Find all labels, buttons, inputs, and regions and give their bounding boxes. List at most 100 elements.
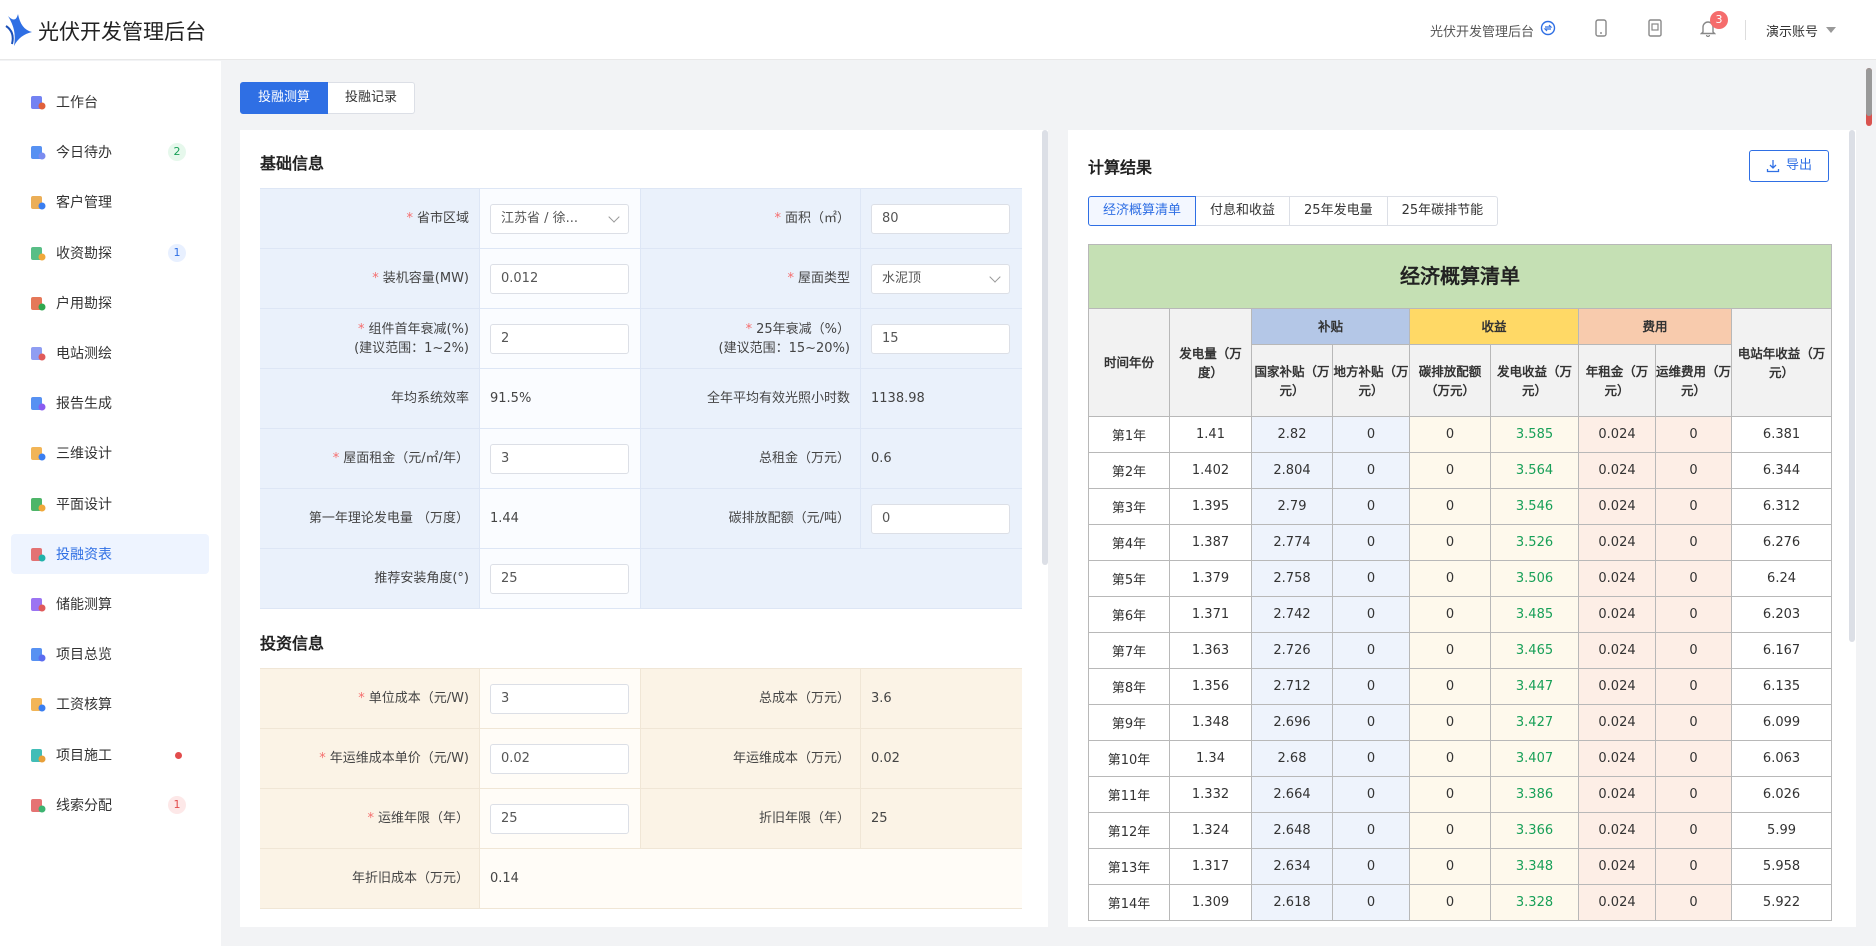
customer-icon xyxy=(29,194,46,211)
overview-icon xyxy=(29,646,46,663)
table-cell: 0 xyxy=(1332,560,1410,597)
unit-cost-input[interactable]: 3 xyxy=(490,683,629,714)
table-cell: 0 xyxy=(1409,416,1491,453)
region-select[interactable]: 江苏省 / 徐... xyxy=(490,203,629,234)
decay1-label: 组件首年衰减(%) xyxy=(368,321,470,337)
om-price-input[interactable]: 0.02 xyxy=(490,743,629,774)
table-cell: 6.099 xyxy=(1730,704,1833,741)
chevron-down-icon[interactable] xyxy=(1826,27,1836,33)
table-cell: 0 xyxy=(1409,776,1491,813)
scrollbar[interactable] xyxy=(1849,130,1855,642)
tab-calc[interactable]: 投融测算 xyxy=(240,82,329,114)
decay25-input[interactable]: 15 xyxy=(871,323,1010,354)
switch-icon[interactable] xyxy=(1540,20,1556,36)
table-cell: 1.34 xyxy=(1169,740,1252,777)
table-cell: 0.024 xyxy=(1578,668,1656,705)
dep-years-label: 折旧年限（年） xyxy=(758,811,850,826)
tab-25y-carbon[interactable]: 25年碳排节能 xyxy=(1387,196,1499,226)
tab-records[interactable]: 投融记录 xyxy=(328,82,416,114)
om-years-input[interactable]: 25 xyxy=(490,803,629,834)
sidebar-item-label: 收资勘探 xyxy=(56,245,112,262)
table-cell: 0 xyxy=(1332,884,1410,921)
section-title-invest: 投资信息 xyxy=(260,634,325,653)
dep-years-value: 25 xyxy=(871,811,888,826)
sidebar-item-1[interactable]: 今日待办 2 xyxy=(11,132,209,172)
table-cell: 1.402 xyxy=(1169,452,1252,489)
table-cell: 0.024 xyxy=(1578,560,1656,597)
account-name[interactable]: 演示账号 xyxy=(1766,21,1818,40)
sidebar-item-11[interactable]: 项目总览 xyxy=(11,634,209,674)
sidebar-item-0[interactable]: 工作台 xyxy=(11,82,209,122)
table-cell: 0 xyxy=(1332,668,1410,705)
om-years-label: 运维年限（年） xyxy=(377,811,469,826)
col-nat-sub: 国家补贴（万元） xyxy=(1251,344,1333,417)
sidebar-item-6[interactable]: 报告生成 xyxy=(11,383,209,423)
col-power-income: 发电收益（万元） xyxy=(1490,344,1579,417)
survey-icon xyxy=(29,245,46,262)
table-cell: 3.465 xyxy=(1490,632,1579,669)
group-subsidy: 补贴 xyxy=(1251,308,1410,345)
scrollbar[interactable] xyxy=(1042,130,1048,565)
system-name[interactable]: 光伏开发管理后台 xyxy=(1430,21,1534,40)
table-cell: 6.344 xyxy=(1730,452,1833,489)
angle-input[interactable]: 25 xyxy=(490,563,629,594)
col-power: 发电量（万度） xyxy=(1169,308,1252,417)
table-cell: 0 xyxy=(1655,884,1732,921)
table-cell: 3.427 xyxy=(1490,704,1579,741)
table-cell: 1.324 xyxy=(1169,812,1252,849)
sidebar-item-7[interactable]: 三维设计 xyxy=(11,433,209,473)
carbon-input[interactable]: 0 xyxy=(871,503,1010,534)
sidebar-item-label: 工资核算 xyxy=(56,697,112,714)
table-cell: 0 xyxy=(1409,632,1491,669)
sidebar-item-2[interactable]: 客户管理 xyxy=(11,182,209,222)
sidebar-item-4[interactable]: 户用勘探 xyxy=(11,283,209,323)
sidebar-item-label: 平面设计 xyxy=(56,496,112,513)
table-cell: 0.024 xyxy=(1578,884,1656,921)
table-cell: 1.332 xyxy=(1169,776,1252,813)
sidebar-item-12[interactable]: 工资核算 xyxy=(11,684,209,724)
capacity-input[interactable]: 0.012 xyxy=(490,263,629,294)
table-cell: 2.664 xyxy=(1251,776,1333,813)
sidebar-item-9[interactable]: 投融资表 xyxy=(11,533,209,574)
tab-25y-power[interactable]: 25年发电量 xyxy=(1290,196,1388,226)
sidebar-item-5[interactable]: 电站测绘 xyxy=(11,333,209,373)
table-cell: 第3年 xyxy=(1088,488,1170,525)
sidebar-item-10[interactable]: 储能测算 xyxy=(11,584,209,624)
qrcode-icon[interactable] xyxy=(1648,19,1662,37)
rent-input[interactable]: 3 xyxy=(490,443,629,474)
table-cell: 3.328 xyxy=(1490,884,1579,921)
table-cell: 2.696 xyxy=(1251,704,1333,741)
table-cell: 0 xyxy=(1332,524,1410,561)
table-cell: 2.804 xyxy=(1251,452,1333,489)
sidebar: 工作台今日待办 2 客户管理收资勘探 1 户用勘探电站测绘报告生成三维设计平面设计投融资… xyxy=(0,61,221,946)
page-scrollbar-thumb[interactable] xyxy=(1866,68,1872,116)
sidebar-item-3[interactable]: 收资勘探 1 xyxy=(11,233,209,273)
result-title: 计算结果 xyxy=(1088,158,1153,177)
sidebar-item-14[interactable]: 线索分配 1 xyxy=(11,785,209,825)
table-cell: 0 xyxy=(1655,740,1732,777)
table-cell: 0 xyxy=(1409,524,1491,561)
plan-design-icon xyxy=(29,496,46,513)
finance-icon xyxy=(29,546,46,563)
mobile-icon[interactable] xyxy=(1594,19,1608,37)
tab-econ-list[interactable]: 经济概算清单 xyxy=(1088,196,1197,226)
decay25-label: 25年衰减（%） xyxy=(756,321,850,337)
rent-label: 屋面租金（元/㎡/年） xyxy=(343,451,469,466)
table-cell: 0 xyxy=(1332,488,1410,525)
table-cell: 0 xyxy=(1655,452,1732,489)
decay1-input[interactable]: 2 xyxy=(490,323,629,354)
mapping-icon xyxy=(29,345,46,362)
tab-interest-income[interactable]: 付息和收益 xyxy=(1196,196,1291,226)
divider xyxy=(1745,20,1746,40)
area-input[interactable]: 80 xyxy=(871,203,1010,234)
roof-type-select[interactable]: 水泥顶 xyxy=(871,263,1010,294)
sidebar-item-8[interactable]: 平面设计 xyxy=(11,484,209,524)
export-button[interactable]: 导出 xyxy=(1749,150,1829,182)
sidebar-item-13[interactable]: 项目施工 xyxy=(11,735,209,775)
decay25-hint: (建议范围：15~20%) xyxy=(718,340,850,356)
table-cell: 6.381 xyxy=(1730,416,1833,453)
table-cell: 1.356 xyxy=(1169,668,1252,705)
form-panel: 基础信息 * 省市区域 江苏省 / 徐... * 面积（㎡） 80 * 装机容量(MW… xyxy=(240,130,1048,927)
table-cell: 0.024 xyxy=(1578,704,1656,741)
table-cell: 第11年 xyxy=(1088,776,1170,813)
